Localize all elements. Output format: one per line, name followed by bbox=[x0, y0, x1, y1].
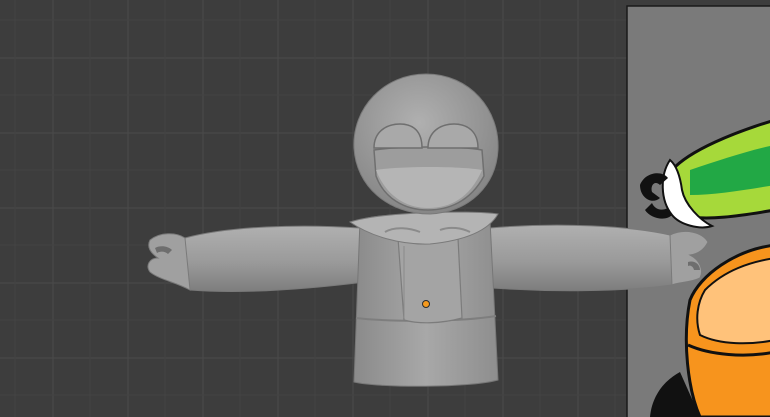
3d-viewport[interactable] bbox=[0, 0, 770, 417]
viewport-canvas[interactable] bbox=[0, 0, 770, 417]
reference-image-plane[interactable] bbox=[626, 5, 770, 417]
origin-dot-icon bbox=[422, 300, 430, 308]
character-mesh[interactable] bbox=[147, 73, 709, 387]
